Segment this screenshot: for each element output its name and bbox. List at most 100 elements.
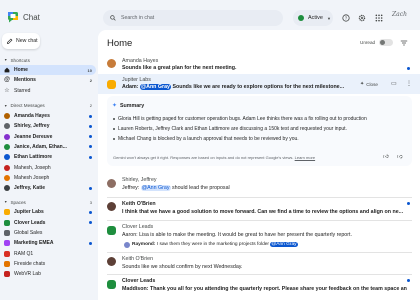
sidebar-item-mentions[interactable]: @ Mentions 2: [0, 75, 96, 85]
gemini-disclaimer: Gemini won't always get it right. Respon…: [113, 155, 315, 160]
spaces-header[interactable]: ▼ Spaces 3: [0, 197, 96, 207]
mention-chip[interactable]: @Ann Gray: [139, 84, 171, 90]
top-bar: Chat Search in chat Active ▼ ? Zach: [0, 0, 420, 32]
unread-toggle[interactable]: [379, 39, 393, 46]
thumbs-up-icon[interactable]: 👍︎: [383, 154, 389, 160]
thread-message: Adam: @Ann Gray Sounds like we are ready…: [122, 84, 352, 90]
reply-sender: Raymond:: [132, 242, 156, 247]
message-sender: Adam:: [122, 84, 140, 90]
sidebar-item-label: Shirley, Jeffrey: [14, 123, 50, 130]
sparkle-icon: ✦: [360, 81, 365, 87]
unread-dot: [89, 186, 92, 190]
sidebar-item-home[interactable]: Home 10: [0, 65, 96, 76]
sidebar-item[interactable]: Fireside chats: [0, 259, 96, 269]
app-title: Chat: [23, 13, 40, 22]
help-icon[interactable]: ?: [341, 13, 351, 23]
avatar: [107, 202, 116, 211]
sidebar-item-label: Jupiter Labs: [14, 209, 44, 216]
sidebar-item-label: Mahesh, Joseph: [14, 164, 51, 171]
sidebar-item[interactable]: WebVR Lab: [0, 269, 96, 279]
thread-item[interactable]: Shirley, Jeffrey Jeffrey: @Ann Gray shou…: [98, 174, 420, 196]
bullet-dot: [113, 128, 115, 130]
new-chat-button[interactable]: New chat: [2, 33, 40, 49]
sidebar-item-label: Home: [14, 67, 28, 74]
new-chat-label: New chat: [16, 38, 38, 44]
account-signature[interactable]: Zach: [392, 11, 407, 18]
chevron-down-icon: ▼: [4, 58, 8, 62]
sidebar-item[interactable]: Jeanne Dereuve: [0, 131, 96, 141]
thread-item[interactable]: Keith O'Brien I think that we have a goo…: [98, 198, 420, 218]
avatar: [107, 257, 116, 266]
sidebar-item[interactable]: Global Sales: [0, 228, 96, 238]
search-icon: [110, 15, 116, 21]
space-avatar: [4, 271, 10, 278]
sidebar-item[interactable]: Jupiter Labs: [0, 207, 96, 217]
thread-message: Sounds like a great plan for the next me…: [122, 65, 237, 71]
thread-reply: Raymond: I saw them they were in the mar…: [132, 242, 298, 247]
summary-card: ✦ Summary Gloria Hill is getting paged f…: [107, 96, 412, 166]
comment-icon[interactable]: ▭: [391, 80, 397, 87]
unread-dot: [89, 241, 92, 245]
sidebar-item[interactable]: Janice, Adam, Ethan...: [0, 142, 96, 152]
avatar: [4, 185, 10, 192]
mention-chip[interactable]: @Ann Gray: [270, 242, 298, 247]
status-dropdown[interactable]: Active ▼: [293, 10, 333, 26]
sidebar-item[interactable]: Shirley, Jeffrey: [0, 121, 96, 131]
sidebar-item[interactable]: Mahesh, Joseph: [0, 162, 96, 172]
summary-bullet: Michael Chang is blocked by a launch app…: [118, 136, 299, 142]
close-summary-button[interactable]: ✦ Close: [360, 81, 378, 87]
unread-dot: [89, 155, 92, 159]
search-input[interactable]: Search in chat: [103, 10, 283, 26]
shortcuts-header[interactable]: ▼ Shortcuts: [0, 55, 96, 65]
space-avatar: [4, 230, 10, 236]
sidebar-item[interactable]: Marketing EMEA: [0, 238, 96, 248]
unread-dot: [407, 67, 410, 70]
filter-icon[interactable]: [400, 39, 408, 47]
message-text: Sounds like we are ready to explore opti…: [170, 84, 345, 90]
apps-grid-icon[interactable]: [374, 13, 384, 23]
space-avatar: [4, 250, 10, 257]
unread-dot: [407, 202, 410, 205]
sidebar-item[interactable]: Amanda Hayes: [0, 111, 96, 121]
reply-text: I saw them they were in the marketing pr…: [155, 242, 271, 247]
sidebar-item[interactable]: Mahesh Joseph: [0, 173, 96, 183]
home-icon: [4, 67, 10, 73]
sidebar-item[interactable]: Clover Leads: [0, 218, 96, 228]
shortcuts-label: Shortcuts: [10, 57, 30, 63]
mention-chip[interactable]: @Ann Gray: [140, 185, 171, 191]
thread-name: Keith O'Brien: [122, 201, 156, 207]
space-avatar: [107, 226, 116, 235]
sidebar: ▼ Shortcuts Home 10 @ Mentions 2 ☆ Starr…: [0, 55, 96, 279]
sidebar-item-label: Clover Leads: [14, 219, 46, 226]
disclaimer-text: Gemini won't always get it right. Respon…: [113, 155, 294, 160]
thread-item[interactable]: Clover Leads Maddison: Thank you all for…: [98, 275, 420, 297]
page-title: Home: [107, 38, 133, 49]
bullet-dot: [113, 138, 115, 140]
sidebar-item-label: Janice, Adam, Ethan...: [14, 143, 67, 150]
space-avatar: [107, 280, 116, 289]
thread-name: Amanda Hayes: [122, 58, 159, 64]
sidebar-item[interactable]: Ethan Lattimore: [0, 152, 96, 162]
sidebar-item[interactable]: RAM Q1: [0, 248, 96, 258]
sidebar-item-label: Mentions: [14, 77, 36, 84]
thread-name: Clover Leads: [122, 224, 154, 230]
dm-list: Amanda Hayes Shirley, Jeffrey Jeanne Dereu…: [0, 111, 96, 193]
unread-dot: [89, 210, 92, 214]
thread-item[interactable]: Amanda Hayes Sounds like a great plan fo…: [98, 56, 420, 74]
unread-dot: [89, 135, 92, 139]
dm-header[interactable]: ▼ Direct Messages 2: [0, 101, 96, 111]
thumbs-down-icon[interactable]: 👎︎: [397, 154, 403, 160]
chevron-down-icon: ▼: [4, 200, 8, 205]
unread-count-badge: 10: [87, 67, 92, 73]
sidebar-item-label: Fireside chats: [14, 260, 46, 267]
thread-item[interactable]: Keith O'Brien Sounds like we should conf…: [98, 253, 420, 273]
more-vert-icon[interactable]: ⋮: [406, 80, 412, 87]
sidebar-item-label: Global Sales: [14, 230, 43, 236]
settings-gear-icon[interactable]: [357, 13, 367, 23]
learn-more-link[interactable]: Learn more: [295, 155, 315, 160]
unread-dot: [89, 221, 92, 225]
avatar: [107, 179, 116, 188]
dm-count-badge: 2: [89, 103, 92, 109]
sidebar-item[interactable]: Jeffrey, Katie: [0, 183, 96, 193]
sidebar-item-starred[interactable]: ☆ Starred: [0, 86, 96, 96]
